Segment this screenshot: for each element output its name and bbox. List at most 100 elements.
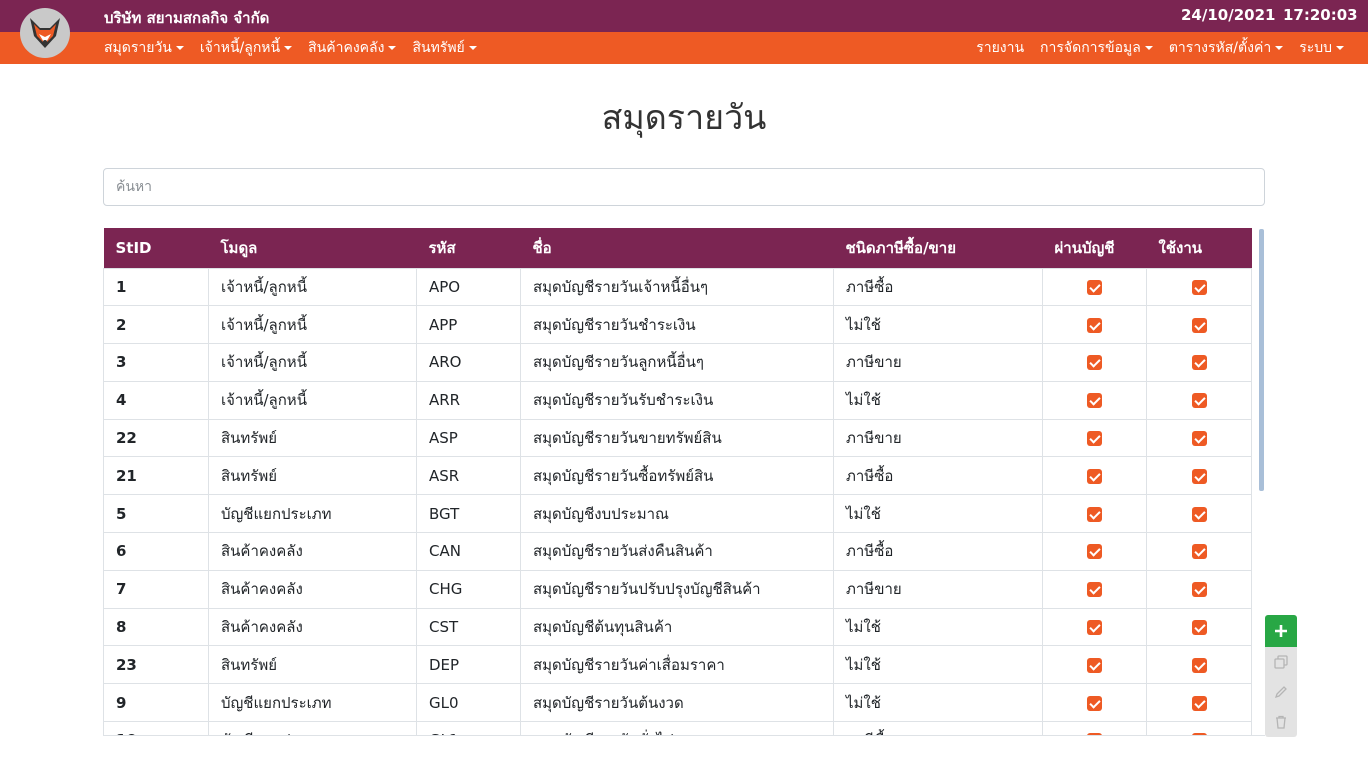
table-cell: ภาษีซื้อ xyxy=(833,532,1043,571)
table-cell: สมุดบัญชีรายวันค่าเสื่อมราคา xyxy=(520,645,834,685)
table-row[interactable]: 22 สินทรัพย์ ASP สมุดบัญชีรายวันขายทรัพย์สิ… xyxy=(103,418,1252,458)
table-header-row: StID โมดูล รหัส ชื่อ ชนิดภาษีซื้อ/ขาย ผ่านบัญ… xyxy=(103,228,1252,268)
posted-cell xyxy=(1042,721,1147,735)
table-row[interactable]: 4 เจ้าหนี้/ลูกหนี้ ARR สมุดบัญชีรายวันรับชำ… xyxy=(103,380,1252,420)
table-row[interactable]: 1 เจ้าหนี้/ลูกหนี้ APO สมุดบัญชีรายวันเจ้าห… xyxy=(103,267,1252,307)
column-header[interactable]: ผ่านบัญชี xyxy=(1042,228,1147,268)
nav-item-right-1[interactable]: การจัดการข้อมูล xyxy=(1040,37,1153,59)
column-header[interactable]: โมดูล xyxy=(208,228,417,268)
search-input[interactable] xyxy=(103,168,1265,206)
posted-cell xyxy=(1042,456,1147,496)
checkbox-checked-icon[interactable] xyxy=(1087,393,1102,409)
nav-item-left-2[interactable]: สินค้าคงคลัง xyxy=(308,37,397,59)
checkbox-checked-icon[interactable] xyxy=(1087,506,1102,522)
table-cell: ภาษีขาย xyxy=(833,418,1043,458)
checkbox-checked-icon[interactable] xyxy=(1087,733,1102,735)
checkbox-checked-icon[interactable] xyxy=(1087,279,1102,295)
checkbox-checked-icon[interactable] xyxy=(1087,431,1102,447)
table-row[interactable]: 9 บัญชีแยกประเภท GL0 สมุดบัญชีรายวันต้นงวดไ… xyxy=(103,683,1252,723)
column-header[interactable]: ชื่อ xyxy=(520,228,834,268)
column-header[interactable]: ชนิดภาษีซื้อ/ขาย xyxy=(833,228,1043,268)
table-cell: GL0 xyxy=(416,683,521,723)
table-row[interactable]: 23 สินทรัพย์ DEP สมุดบัญชีรายวันค่าเสื่อมรา… xyxy=(103,645,1252,685)
table-cell: APO xyxy=(416,267,521,307)
checkbox-checked-icon[interactable] xyxy=(1191,317,1207,333)
checkbox-checked-icon[interactable] xyxy=(1087,657,1102,673)
table-row[interactable]: 3 เจ้าหนี้/ลูกหนี้ ARO สมุดบัญชีรายวันลูกหน… xyxy=(103,343,1252,382)
checkbox-checked-icon[interactable] xyxy=(1191,620,1207,636)
checkbox-checked-icon[interactable] xyxy=(1087,620,1102,636)
action-buttons xyxy=(1265,615,1297,737)
table-row[interactable]: 8 สินค้าคงคลัง CST สมุดบัญชีต้นทุนสินค้า ไม่… xyxy=(103,607,1252,647)
checkbox-checked-icon[interactable] xyxy=(1191,393,1207,409)
copy-button[interactable] xyxy=(1265,647,1297,677)
column-header[interactable]: รหัส xyxy=(416,228,521,268)
nav-item-left-1[interactable]: เจ้าหนี้/ลูกหนี้ xyxy=(200,37,293,59)
nav-item-right-3[interactable]: ระบบ xyxy=(1299,37,1344,59)
column-header[interactable]: StID xyxy=(103,228,209,268)
table-row[interactable]: 5 บัญชีแยกประเภท BGT สมุดบัญชีงบประมาณ ไม่ใช… xyxy=(103,494,1252,534)
checkbox-checked-icon[interactable] xyxy=(1191,431,1207,447)
table-cell: 22 xyxy=(103,418,209,458)
table-cell: สมุดบัญชีต้นทุนสินค้า xyxy=(520,607,834,647)
table-cell: สมุดบัญชีรายวันลูกหนี้อื่นๆ xyxy=(520,343,834,382)
active-cell xyxy=(1146,532,1252,571)
checkbox-checked-icon[interactable] xyxy=(1087,317,1102,333)
posted-cell xyxy=(1042,418,1147,458)
table-cell: สมุดบัญชีรายวันต้นงวด xyxy=(520,683,834,723)
posted-cell xyxy=(1042,532,1147,571)
checkbox-checked-icon[interactable] xyxy=(1087,695,1102,711)
nav-item-right-0[interactable]: รายงาน xyxy=(976,37,1024,59)
checkbox-checked-icon[interactable] xyxy=(1087,582,1102,598)
active-cell xyxy=(1146,683,1252,723)
posted-cell xyxy=(1042,607,1147,647)
checkbox-checked-icon[interactable] xyxy=(1191,468,1207,484)
table-row[interactable]: 6 สินค้าคงคลัง CAN สมุดบัญชีรายวันส่งคืนสิน… xyxy=(103,532,1252,571)
plus-icon xyxy=(1275,625,1287,637)
table-row[interactable]: 21 สินทรัพย์ ASR สมุดบัญชีรายวันซื้อทรัพย์ส… xyxy=(103,456,1252,496)
checkbox-checked-icon[interactable] xyxy=(1191,279,1207,295)
company-name: บริษัท สยามสกลกิจ จำกัด xyxy=(104,9,270,27)
posted-cell xyxy=(1042,645,1147,685)
nav-item-label: สินทรัพย์ xyxy=(412,40,465,56)
table-cell: ARR xyxy=(416,380,521,420)
table-cell: 10 xyxy=(103,721,209,735)
table-cell: ภาษีขาย xyxy=(833,569,1043,609)
checkbox-checked-icon[interactable] xyxy=(1087,468,1102,484)
table-cell: ภาษีซื้อ xyxy=(833,456,1043,496)
checkbox-checked-icon[interactable] xyxy=(1191,544,1207,560)
checkbox-checked-icon[interactable] xyxy=(1191,657,1207,673)
checkbox-checked-icon[interactable] xyxy=(1191,355,1207,371)
caret-down-icon xyxy=(468,46,477,50)
table-row[interactable]: 7 สินค้าคงคลัง CHG สมุดบัญชีรายวันปรับปรุงบ… xyxy=(103,569,1252,609)
checkbox-checked-icon[interactable] xyxy=(1191,582,1207,598)
table-cell: เจ้าหนี้/ลูกหนี้ xyxy=(208,343,417,382)
table-cell: สินค้าคงคลัง xyxy=(208,532,417,571)
table-cell: สมุดบัญชีงบประมาณ xyxy=(520,494,834,534)
checkbox-checked-icon[interactable] xyxy=(1087,544,1102,560)
add-button[interactable] xyxy=(1265,615,1297,647)
main-nav: สมุดรายวัน เจ้าหนี้/ลูกหนี้ สินค้าคงคลัง สิ… xyxy=(0,32,1368,64)
checkbox-checked-icon[interactable] xyxy=(1191,733,1207,735)
fox-logo-icon[interactable] xyxy=(20,8,70,58)
nav-item-left-0[interactable]: สมุดรายวัน xyxy=(104,37,184,59)
table-row[interactable]: 2 เจ้าหนี้/ลูกหนี้ APP สมุดบัญชีรายวันชำระเ… xyxy=(103,305,1252,345)
nav-item-right-2[interactable]: ตารางรหัส/ตั้งค่า xyxy=(1169,37,1284,59)
table-cell: BGT xyxy=(416,494,521,534)
table-cell: บัญชีแยกประเภท xyxy=(208,494,417,534)
table-cell: สินทรัพย์ xyxy=(208,418,417,458)
table-row[interactable]: 10บัญชีแยกประเภทGL1สมุดบัญชีรายวันทั่วไป… xyxy=(103,721,1252,735)
table-scrollbar[interactable] xyxy=(1259,229,1264,491)
copy-icon xyxy=(1274,655,1288,669)
checkbox-checked-icon[interactable] xyxy=(1087,355,1102,371)
delete-button[interactable] xyxy=(1265,707,1297,737)
table-cell: บัญชีแยกประเภท xyxy=(208,683,417,723)
checkbox-checked-icon[interactable] xyxy=(1191,506,1207,522)
table-cell: 7 xyxy=(103,569,209,609)
checkbox-checked-icon[interactable] xyxy=(1191,695,1207,711)
column-header[interactable]: ใช้งาน xyxy=(1146,228,1252,268)
nav-item-left-3[interactable]: สินทรัพย์ xyxy=(412,37,477,59)
table-cell: ไม่ใช้ xyxy=(833,607,1043,647)
journal-table-container[interactable]: StID โมดูล รหัส ชื่อ ชนิดภาษีซื้อ/ขาย ผ่านบัญ… xyxy=(103,228,1265,736)
edit-button[interactable] xyxy=(1265,677,1297,707)
